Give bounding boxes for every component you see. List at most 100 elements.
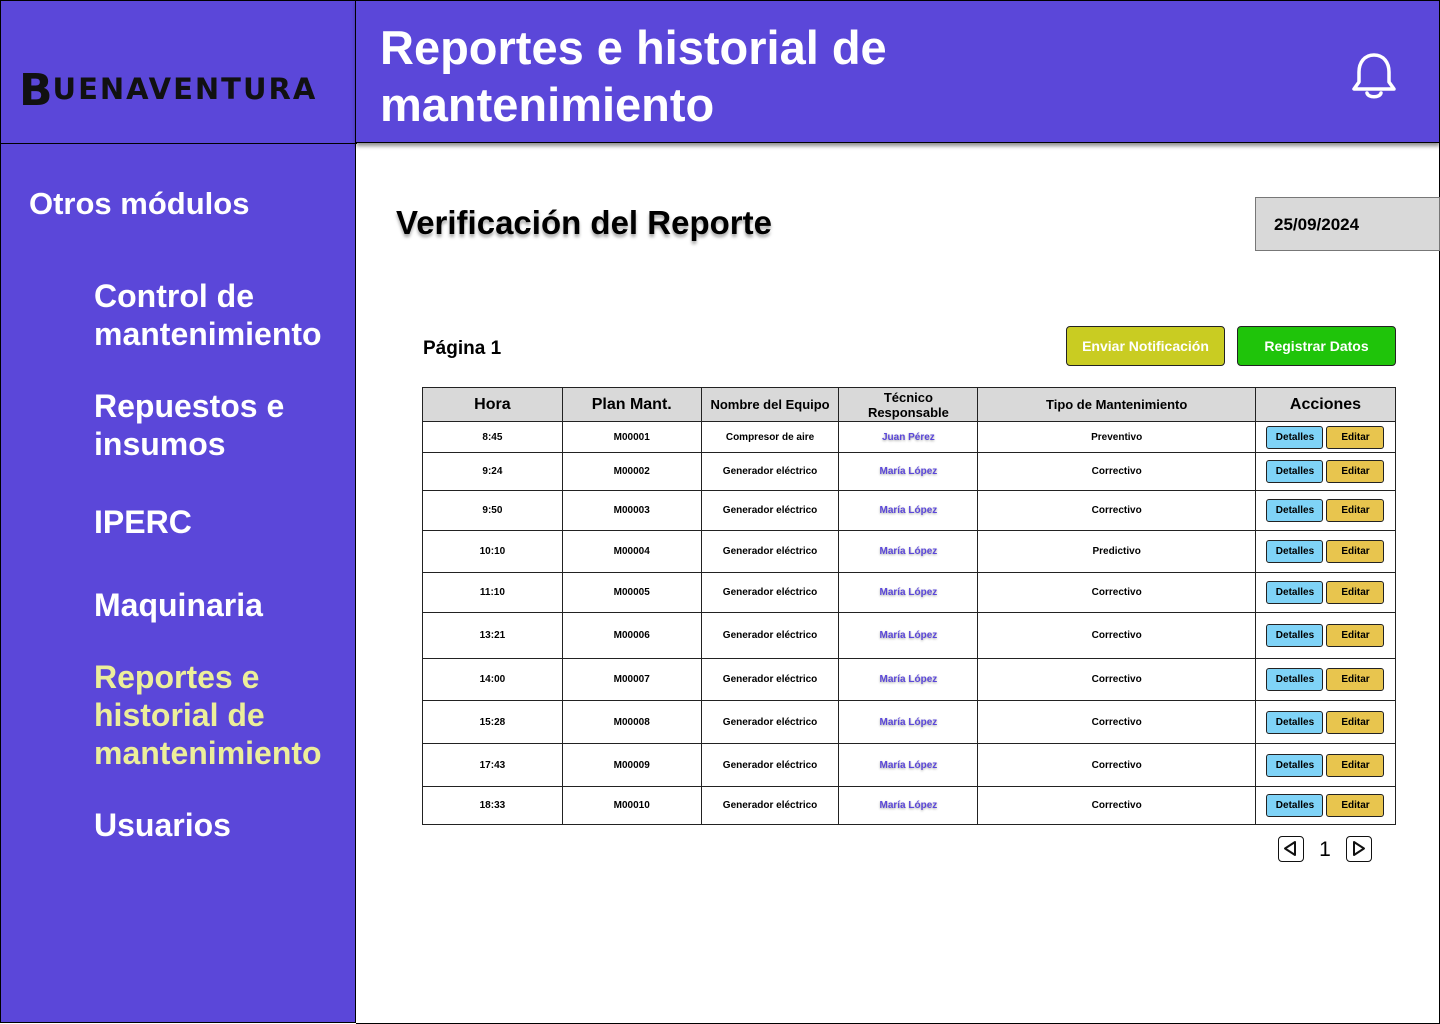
- edit-button[interactable]: Editar: [1326, 499, 1385, 522]
- sidebar-item-control-mantenimiento[interactable]: Control de mantenimiento: [94, 277, 334, 353]
- sidebar-item-repuestos-insumos[interactable]: Repuestos e insumos: [94, 387, 304, 463]
- table-row: 13:21 M00006 Generador eléctrico María Lópe…: [422, 612, 1397, 659]
- details-button[interactable]: Detalles: [1266, 581, 1324, 604]
- table-row: 9:50 M00003 Generador eléctrico María López…: [422, 490, 1397, 531]
- edit-button[interactable]: Editar: [1326, 425, 1385, 449]
- edit-button[interactable]: Editar: [1326, 581, 1385, 604]
- register-data-button[interactable]: Registrar Datos: [1237, 326, 1396, 366]
- cell-acciones: Detalles Editar: [1254, 743, 1397, 787]
- column-header-plan[interactable]: Plan Mant.: [561, 387, 702, 422]
- cell-equipo: Compresor de aire: [700, 421, 840, 453]
- edit-button[interactable]: Editar: [1326, 668, 1385, 691]
- row-actions: Detalles Editar: [1256, 710, 1395, 734]
- cell-tipo: Predictivo: [977, 530, 1256, 573]
- cell-hora: 14:00: [422, 658, 563, 701]
- cell-tecnico[interactable]: María López: [838, 612, 979, 659]
- details-button[interactable]: Detalles: [1266, 460, 1324, 483]
- cell-acciones: Detalles Editar: [1254, 421, 1397, 453]
- row-actions: Detalles Editar: [1256, 540, 1395, 563]
- cell-tecnico[interactable]: Juan Pérez: [838, 421, 979, 453]
- table-row: 10:10 M00004 Generador eléctrico María Lópe…: [422, 530, 1397, 573]
- row-actions: Detalles Editar: [1256, 460, 1395, 483]
- column-header-equipo[interactable]: Nombre del Equipo: [700, 387, 840, 422]
- sidebar-item-maquinaria[interactable]: Maquinaria: [94, 586, 263, 624]
- cell-plan: M00008: [561, 700, 702, 744]
- page-label: Página 1: [423, 338, 502, 359]
- cell-acciones: Detalles Editar: [1254, 658, 1397, 701]
- cell-equipo: Generador eléctrico: [700, 658, 840, 701]
- cell-hora: 9:50: [422, 490, 563, 531]
- current-page-number: 1: [1319, 838, 1331, 861]
- edit-button[interactable]: Editar: [1326, 540, 1385, 563]
- cell-tipo: Correctivo: [977, 786, 1256, 825]
- cell-plan: M00003: [561, 490, 702, 531]
- details-button[interactable]: Detalles: [1266, 668, 1324, 691]
- table-row: 17:43 M00009 Generador eléctrico María Lópe…: [422, 743, 1397, 787]
- table-header-row: Hora Plan Mant. Nombre del Equipo Técnic…: [422, 387, 1397, 422]
- details-button[interactable]: Detalles: [1266, 753, 1324, 777]
- cell-tecnico[interactable]: María López: [838, 452, 979, 491]
- cell-equipo: Generador eléctrico: [700, 452, 840, 491]
- header: Reportes e historial de mantenimiento: [356, 0, 1440, 143]
- edit-button[interactable]: Editar: [1326, 794, 1385, 817]
- cell-acciones: Detalles Editar: [1254, 572, 1397, 613]
- edit-button[interactable]: Editar: [1326, 710, 1385, 734]
- cell-hora: 11:10: [422, 572, 563, 613]
- cell-tecnico[interactable]: María López: [838, 700, 979, 744]
- cell-tecnico[interactable]: María López: [838, 490, 979, 531]
- sidebar-item-usuarios[interactable]: Usuarios: [94, 806, 231, 844]
- cell-acciones: Detalles Editar: [1254, 700, 1397, 744]
- bell-icon[interactable]: [1351, 51, 1397, 101]
- cell-tipo: Correctivo: [977, 490, 1256, 531]
- column-header-tipo[interactable]: Tipo de Mantenimiento: [977, 387, 1256, 422]
- details-button[interactable]: Detalles: [1266, 499, 1324, 522]
- cell-tipo: Correctivo: [977, 658, 1256, 701]
- sidebar-heading: Otros módulos: [29, 186, 250, 221]
- sidebar-item-reportes-historial[interactable]: Reportes e historial de mantenimiento: [94, 658, 334, 772]
- details-button[interactable]: Detalles: [1266, 425, 1324, 449]
- table-row: 11:10 M00005 Generador eléctrico María Lópe…: [422, 572, 1397, 613]
- cell-tipo: Correctivo: [977, 612, 1256, 659]
- row-actions: Detalles Editar: [1256, 668, 1395, 691]
- column-header-hora[interactable]: Hora: [422, 387, 563, 422]
- cell-acciones: Detalles Editar: [1254, 530, 1397, 573]
- cell-equipo: Generador eléctrico: [700, 786, 840, 825]
- cell-plan: M00006: [561, 612, 702, 659]
- cell-plan: M00004: [561, 530, 702, 573]
- cell-tipo: Correctivo: [977, 743, 1256, 787]
- triangle-right-icon[interactable]: [1346, 836, 1372, 862]
- logo-initial: B: [19, 65, 53, 116]
- maintenance-table: Hora Plan Mant. Nombre del Equipo Técnic…: [422, 387, 1397, 825]
- cell-plan: M00009: [561, 743, 702, 787]
- cell-tecnico[interactable]: María López: [838, 743, 979, 787]
- row-actions: Detalles Editar: [1256, 499, 1395, 522]
- logo-area: BUENAVENTURA: [1, 1, 357, 144]
- table-row: 14:00 M00007 Generador eléctrico María Lópe…: [422, 658, 1397, 701]
- logo[interactable]: BUENAVENTURA: [19, 59, 317, 116]
- send-notification-button[interactable]: Enviar Notificación: [1066, 326, 1225, 366]
- details-button[interactable]: Detalles: [1266, 710, 1324, 734]
- triangle-left-icon[interactable]: [1278, 836, 1304, 862]
- cell-tecnico[interactable]: María López: [838, 530, 979, 573]
- details-button[interactable]: Detalles: [1266, 624, 1324, 647]
- table-row: 18:33 M00010 Generador eléctrico María Lópe…: [422, 786, 1397, 825]
- cell-equipo: Generador eléctrico: [700, 612, 840, 659]
- edit-button[interactable]: Editar: [1326, 624, 1385, 647]
- cell-acciones: Detalles Editar: [1254, 490, 1397, 531]
- details-button[interactable]: Detalles: [1266, 540, 1324, 563]
- edit-button[interactable]: Editar: [1326, 460, 1385, 483]
- row-actions: Detalles Editar: [1256, 753, 1395, 777]
- cell-plan: M00010: [561, 786, 702, 825]
- pagination: 1: [1278, 836, 1378, 864]
- cell-tecnico[interactable]: María López: [838, 572, 979, 613]
- cell-plan: M00007: [561, 658, 702, 701]
- cell-tecnico[interactable]: María López: [838, 786, 979, 825]
- column-header-tecnico[interactable]: Técnico Responsable: [838, 387, 979, 422]
- details-button[interactable]: Detalles: [1266, 794, 1324, 817]
- date-field[interactable]: 25/09/2024: [1255, 197, 1440, 251]
- cell-hora: 18:33: [422, 786, 563, 825]
- edit-button[interactable]: Editar: [1326, 753, 1385, 777]
- cell-tipo: Preventivo: [977, 421, 1256, 453]
- sidebar-item-iperc[interactable]: IPERC: [94, 503, 192, 541]
- cell-tecnico[interactable]: María López: [838, 658, 979, 701]
